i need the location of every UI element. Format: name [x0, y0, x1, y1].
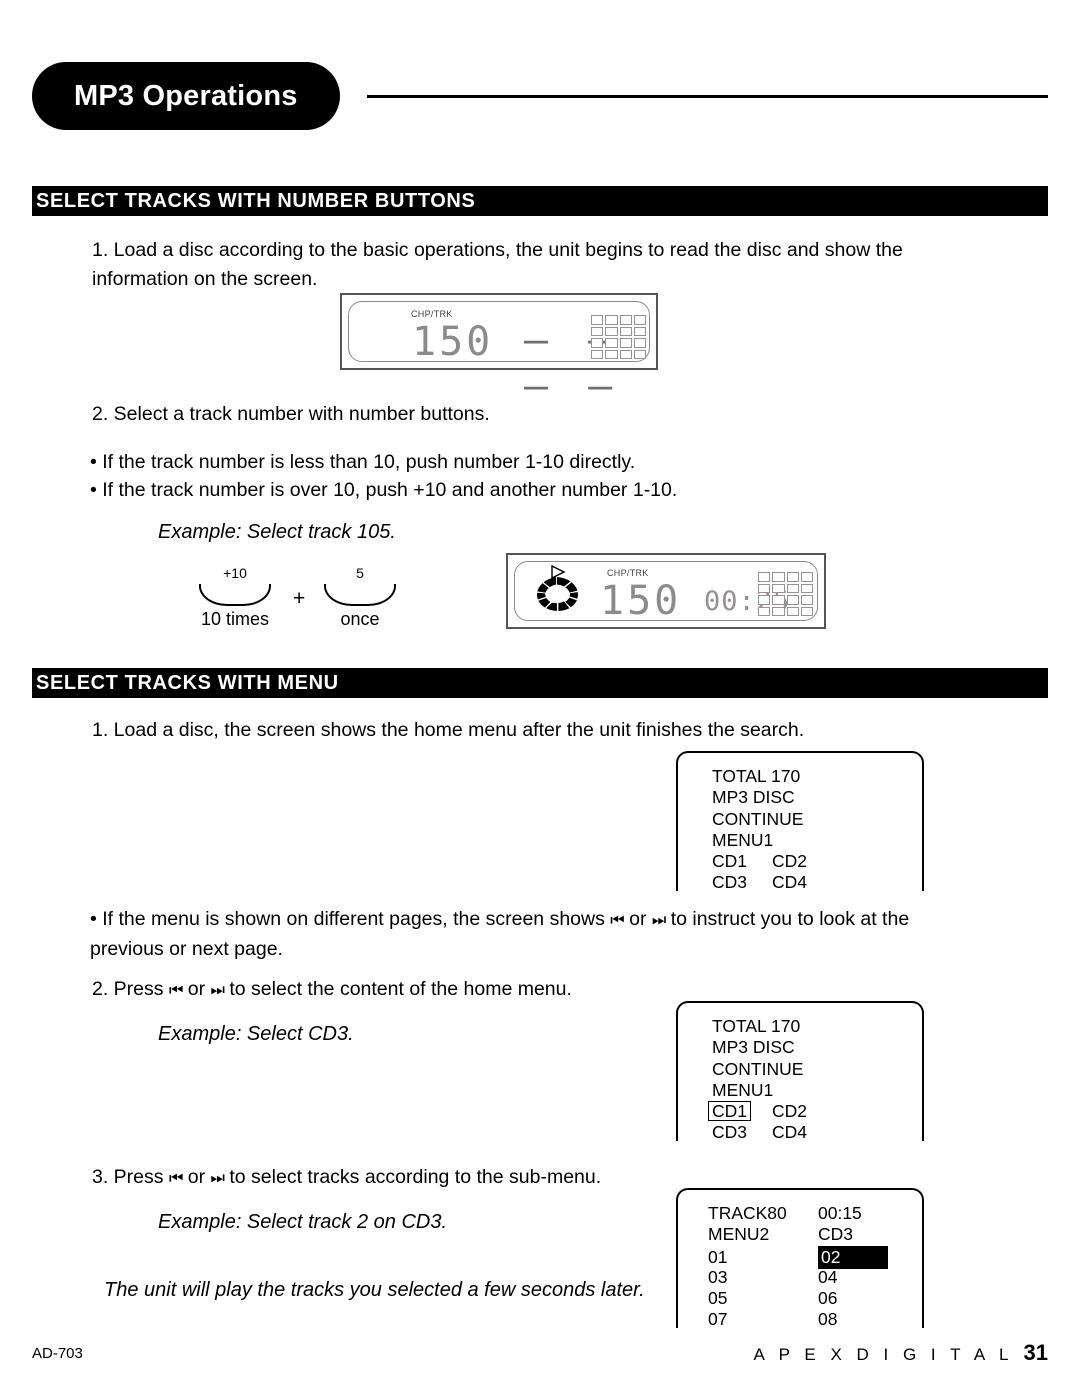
screen1-line-5: CD1 CD2 [712, 851, 807, 872]
page-header: MP3 Operations [32, 62, 1048, 132]
lcd-grid-icon-1 [591, 315, 646, 359]
lcd-display-2: CHP/TRK 150 00:25 [506, 553, 826, 629]
plus-operator: + [293, 587, 306, 610]
skip-prev-icon-2: ⏮ [168, 982, 183, 999]
screen1-line-2: MP3 DISC [712, 787, 795, 808]
menu-step-2-part1: 2. Press [92, 978, 164, 1000]
screen2-line-6: CD3 CD4 [712, 1122, 807, 1141]
screen2-line-3: CONTINUE [712, 1058, 804, 1079]
screen1-line-6: CD3 CD4 [712, 872, 807, 891]
home-menu-screen-2: TOTAL 170 MP3 DISC CONTINUE MENU1 CD1 CD2… [676, 1001, 924, 1141]
example-select-cd3: Example: Select CD3. [158, 1023, 354, 1045]
footer-page-number: 31 [1023, 1340, 1048, 1365]
header-rule [367, 95, 1048, 98]
button-plus10-shape[interactable] [199, 584, 271, 606]
screen3-line-2: MENU2 CD3 [708, 1224, 888, 1245]
lcd-display-1: CHP/TRK 150 – – – – [340, 293, 658, 409]
bullet-less-than-10: • If the track number is less than 10, p… [90, 451, 636, 473]
section-header-number-buttons: SELECT TRACKS WITH NUMBER BUTTONS [32, 186, 1048, 216]
screen1-line-4: MENU1 [712, 829, 774, 850]
home-menu-rows-1: TOTAL 170 MP3 DISC CONTINUE MENU1 CD1 CD2… [712, 766, 807, 891]
lcd-track-number-1: 150 [412, 319, 494, 365]
footer-model: AD-703 [32, 1345, 83, 1362]
menu-step-2-part2: to select the content of the home menu. [229, 978, 572, 1000]
skip-prev-icon-3: ⏮ [168, 1170, 183, 1187]
sub-menu-rows-3: TRACK80 00:15 MENU2 CD3 01 02 03 04 05 06 07 0… [708, 1203, 889, 1328]
screen2-line-4: MENU1 [712, 1079, 774, 1100]
footer-brand-group: A P E X D I G I T A L 31 [754, 1340, 1048, 1366]
screen2-line-2: MP3 DISC [712, 1037, 795, 1058]
screen2-cd1-selected[interactable]: CD1 [708, 1101, 752, 1122]
menu-step-3-part2: to select tracks according to the sub-me… [229, 1166, 602, 1188]
lcd-chptrk-label-2: CHP/TRK [607, 568, 649, 578]
disc-play-icon [534, 565, 582, 617]
button-press-diagram: +10 10 times + 5 once [190, 565, 420, 631]
screen3-track-07[interactable]: 07 [708, 1309, 818, 1328]
button-plus10-caption: 10 times [200, 609, 270, 629]
example-select-track-105: Example: Select track 105. [158, 521, 396, 543]
screen3-line-1: TRACK80 00:15 [708, 1203, 888, 1224]
screen3-line-4: 03 04 [708, 1267, 888, 1288]
lcd-grid-icon-2 [758, 572, 813, 616]
skip-next-icon-2: ⏭ [210, 982, 225, 999]
screen2-line-5: CD1 CD2 [708, 1101, 807, 1122]
screen1-cd4[interactable]: CD4 [772, 872, 807, 891]
example-select-track-2-cd3: Example: Select track 2 on CD3. [158, 1211, 448, 1233]
lcd-chptrk-label-1: CHP/TRK [411, 309, 453, 319]
screen3-track-05[interactable]: 05 [708, 1288, 818, 1309]
screen3-menu-label: MENU2 [708, 1224, 770, 1245]
button-5-caption: once [340, 609, 380, 629]
home-menu-rows-2: TOTAL 170 MP3 DISC CONTINUE MENU1 CD1 CD2… [708, 1016, 807, 1141]
screen3-track-03[interactable]: 03 [708, 1267, 818, 1288]
skip-next-icon: ⏭ [651, 912, 666, 929]
screen3-time: 00:15 [818, 1203, 862, 1223]
screen1-cd1[interactable]: CD1 [712, 851, 772, 872]
disc-ring-icon [536, 577, 579, 611]
menu-step-3-part1: 3. Press [92, 1166, 164, 1188]
step-1-text: 1. Load a disc according to the basic op… [92, 239, 903, 290]
screen2-cd4[interactable]: CD4 [772, 1122, 807, 1141]
skip-prev-icon: ⏮ [610, 912, 624, 929]
screen2-cd2[interactable]: CD2 [772, 1101, 807, 1121]
menu-pages-bullet: • If the menu is shown on different page… [90, 905, 970, 964]
manual-page: MP3 Operations SELECT TRACKS WITH NUMBER… [0, 0, 1080, 1397]
button-5-label: 5 [356, 565, 364, 581]
screen3-line-6: 07 08 [708, 1309, 888, 1328]
screen1-cd3[interactable]: CD3 [712, 872, 772, 891]
menu-step-2-or: or [187, 978, 206, 1000]
button-5-shape[interactable] [324, 584, 396, 606]
screen2-line-1: TOTAL 170 [712, 1016, 801, 1036]
home-menu-screen-1: TOTAL 170 MP3 DISC CONTINUE MENU1 CD1 CD2… [676, 751, 924, 891]
screen3-track-04[interactable]: 04 [818, 1267, 837, 1287]
screen3-track-08[interactable]: 08 [818, 1309, 837, 1328]
footer-brand: A P E X D I G I T A L [753, 1345, 1014, 1364]
skip-next-icon-3: ⏭ [210, 1170, 225, 1187]
screen3-line-3: 01 02 [708, 1245, 889, 1269]
screen3-track-01[interactable]: 01 [708, 1247, 818, 1268]
menu-pages-bullet-or: or [629, 908, 647, 930]
screen3-track-02-selected[interactable]: 02 [818, 1245, 889, 1269]
sub-menu-screen-3: TRACK80 00:15 MENU2 CD3 01 02 03 04 05 06 07 0… [676, 1188, 924, 1328]
step-2-text: 2. Select a track number with number but… [92, 403, 490, 425]
section-header-menu: SELECT TRACKS WITH MENU [32, 668, 1048, 698]
menu-pages-bullet-part1: • If the menu is shown on different page… [90, 908, 605, 930]
screen3-track-total: TRACK80 [708, 1203, 787, 1223]
page-title: MP3 Operations [32, 62, 340, 130]
lcd-track-number-2: 150 [600, 578, 682, 624]
bullet-over-10: • If the track number is over 10, push +… [90, 479, 678, 501]
screen2-cd3[interactable]: CD3 [712, 1122, 772, 1141]
screen1-cd2[interactable]: CD2 [772, 851, 807, 871]
screen3-track-06[interactable]: 06 [818, 1288, 837, 1308]
button-plus10-label: +10 [223, 565, 247, 581]
screen1-line-3: CONTINUE [712, 808, 804, 829]
menu-step-3-or: or [187, 1166, 206, 1188]
screen3-line-5: 05 06 [708, 1288, 888, 1309]
screen1-line-1: TOTAL 170 [712, 766, 801, 786]
screen3-cd-label: CD3 [818, 1224, 854, 1245]
closing-note: The unit will play the tracks you select… [104, 1279, 645, 1301]
menu-step-1-text: 1. Load a disc, the screen shows the hom… [92, 719, 805, 741]
